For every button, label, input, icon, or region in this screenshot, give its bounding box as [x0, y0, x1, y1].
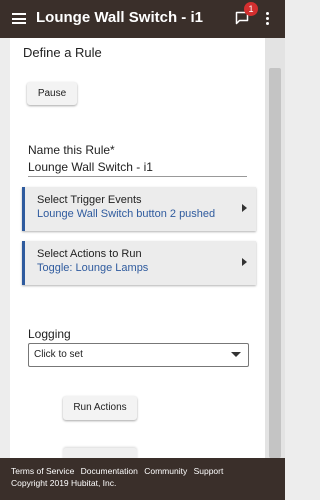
select-actions-button[interactable]: Select Actions to Run Toggle: Lounge Lam… — [22, 241, 256, 285]
actions-title: Select Actions to Run — [37, 248, 142, 260]
trigger-value: Lounge Wall Switch button 2 pushed — [37, 208, 216, 220]
trigger-title: Select Trigger Events — [37, 194, 142, 206]
select-trigger-events-button[interactable]: Select Trigger Events Lounge Wall Switch… — [22, 187, 256, 231]
app-bar: Lounge Wall Switch - i1 1 — [0, 0, 285, 38]
terms-link[interactable]: Terms of Service — [11, 466, 74, 476]
chevron-right-icon — [242, 258, 247, 266]
pause-button[interactable]: Pause — [27, 82, 77, 105]
run-actions-button[interactable]: Run Actions — [63, 396, 137, 420]
logging-label: Logging — [28, 327, 71, 341]
copyright: Copyright 2019 Hubitat, Inc. — [11, 478, 117, 488]
rule-name-label: Name this Rule* — [28, 143, 115, 157]
hamburger-menu-icon[interactable] — [12, 13, 26, 24]
chevron-right-icon — [242, 204, 247, 212]
footer-links: Terms of Service Documentation Community… — [11, 466, 227, 476]
community-link[interactable]: Community — [144, 466, 187, 476]
caret-down-icon — [231, 352, 241, 357]
page-title: Lounge Wall Switch - i1 — [36, 9, 203, 26]
logging-select[interactable]: Click to set — [28, 343, 249, 367]
footer: Terms of Service Documentation Community… — [0, 458, 285, 500]
logging-select-value: Click to set — [34, 349, 83, 360]
rule-name-input[interactable]: Lounge Wall Switch - i1 — [28, 160, 153, 174]
scrollbar-thumb[interactable] — [269, 68, 281, 458]
support-link[interactable]: Support — [194, 466, 224, 476]
actions-value: Toggle: Lounge Lamps — [37, 262, 149, 274]
section-title: Define a Rule — [23, 45, 102, 60]
notification-badge: 1 — [244, 2, 258, 16]
documentation-link[interactable]: Documentation — [81, 466, 138, 476]
rule-name-underline — [28, 176, 247, 177]
more-vert-icon[interactable] — [266, 12, 270, 26]
